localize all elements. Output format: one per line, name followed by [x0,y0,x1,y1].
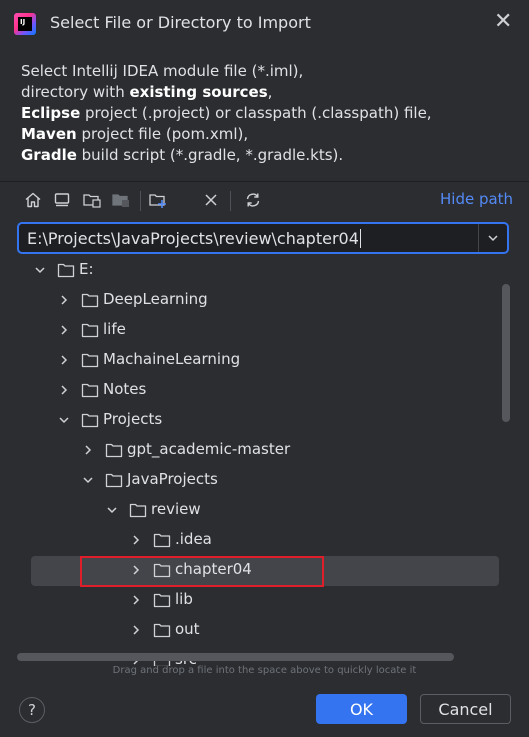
description-line: Gradle build script (*.gradle, *.gradle.… [21,145,432,166]
horizontal-scrollbar[interactable] [17,653,454,661]
help-button[interactable]: ? [19,697,45,723]
vertical-scrollbar[interactable] [502,284,510,422]
tree-row-label: Projects [103,410,163,428]
tree-row[interactable]: gpt_academic-master [17,436,487,466]
description-text: , [267,83,273,101]
description-text: project (.project) or classpath (.classp… [80,104,432,122]
tree-row-label: MachaineLearning [103,350,241,368]
title-bar: Select File or Directory to Import ✕ [0,0,529,48]
chevron-right-icon[interactable] [129,593,143,607]
module-folder-icon[interactable] [110,188,132,212]
chevron-right-icon[interactable] [81,443,95,457]
refresh-icon[interactable] [242,188,264,212]
path-history-dropdown[interactable] [478,224,507,252]
description-text: Gradle [21,146,77,164]
chevron-down-icon [488,235,498,242]
description-text: build script (*.gradle, *.gradle.kts). [76,146,344,164]
delete-icon[interactable] [200,188,222,212]
folder-icon [81,383,99,398]
folder-icon [153,563,171,578]
chevron-down-icon[interactable] [57,413,71,427]
tree-row-label: .idea [175,530,212,548]
description-line: Maven project file (pom.xml), [21,124,432,145]
tree-row[interactable]: Notes [17,376,487,406]
path-input[interactable]: E:\Projects\JavaProjects\review\chapter0… [17,222,509,254]
tree-row-label: review [151,500,201,518]
chevron-down-icon[interactable] [81,473,95,487]
ok-button[interactable]: OK [316,694,407,724]
folder-icon [81,413,99,428]
tree-row-selected[interactable]: chapter04 [31,556,499,586]
description-text: project file (pom.xml), [76,125,249,143]
cancel-button[interactable]: Cancel [420,694,511,724]
chevron-right-icon[interactable] [129,623,143,637]
folder-icon [129,503,147,518]
tree-row-label: life [103,320,126,338]
desktop-icon[interactable] [51,188,73,212]
chevron-down-icon[interactable] [33,263,47,277]
tree-row-label: gpt_academic-master [127,440,291,458]
tree-row-label: DeepLearning [103,290,208,308]
tree-row[interactable]: lib [17,586,487,616]
folder-icon [153,623,171,638]
tree-row[interactable]: out [17,616,487,646]
chevron-right-icon[interactable] [129,563,143,577]
description-text: Maven [21,125,77,143]
project-folder-icon[interactable] [81,188,103,212]
dialog-title: Select File or Directory to Import [50,13,311,32]
folder-icon [81,353,99,368]
home-icon[interactable] [22,188,44,212]
chevron-down-icon[interactable] [105,503,119,517]
description-line: Select Intellij IDEA module file (*.iml)… [21,61,432,82]
description-text: directory with [21,83,130,101]
folder-icon [57,263,75,278]
tree-row-label: out [175,620,200,638]
path-input-value[interactable]: E:\Projects\JavaProjects\review\chapter0… [27,229,361,248]
divider [0,181,529,182]
toolbar-separator [140,191,141,211]
tree-row-label: Notes [103,380,147,398]
folder-icon [153,593,171,608]
tree-row[interactable]: .idea [17,526,487,556]
tree-row[interactable]: DeepLearning [17,286,487,316]
chevron-right-icon[interactable] [57,293,71,307]
chevron-right-icon[interactable] [57,323,71,337]
tree-row[interactable]: life [17,316,487,346]
folder-icon [105,443,123,458]
folder-icon [105,473,123,488]
description-line: directory with existing sources, [21,82,432,103]
tree-row-label: E: [79,260,94,278]
chevron-right-icon[interactable] [57,383,71,397]
tree-row[interactable]: Projects [17,406,487,436]
file-tree[interactable]: E: DeepLearning life MachaineLearning Notes P… [17,256,512,666]
hide-path-link[interactable]: Hide path [440,190,513,208]
tree-row-label: lib [175,590,193,608]
tree-row-label: chapter04 [175,560,252,578]
folder-icon [81,323,99,338]
new-folder-icon[interactable] [147,188,169,212]
close-icon[interactable]: ✕ [494,9,512,34]
tree-row[interactable]: JavaProjects [17,466,487,496]
description-line: Eclipse project (.project) or classpath … [21,103,432,124]
intellij-logo-icon [14,13,36,35]
description-text: Select Intellij IDEA module file (*.iml)… [21,62,304,80]
dialog-description: Select Intellij IDEA module file (*.iml)… [21,61,432,166]
folder-icon [153,533,171,548]
folder-icon [81,293,99,308]
chevron-right-icon[interactable] [57,353,71,367]
description-text: existing sources [129,83,268,101]
chevron-right-icon[interactable] [129,533,143,547]
drag-drop-hint: Drag and drop a file into the space abov… [112,665,417,676]
tree-row[interactable]: review [17,496,487,526]
tree-row-label: JavaProjects [127,470,218,488]
toolbar-separator [230,191,231,211]
description-text: Eclipse [21,104,81,122]
tree-row[interactable]: MachaineLearning [17,346,487,376]
tree-row[interactable]: E: [17,256,487,286]
